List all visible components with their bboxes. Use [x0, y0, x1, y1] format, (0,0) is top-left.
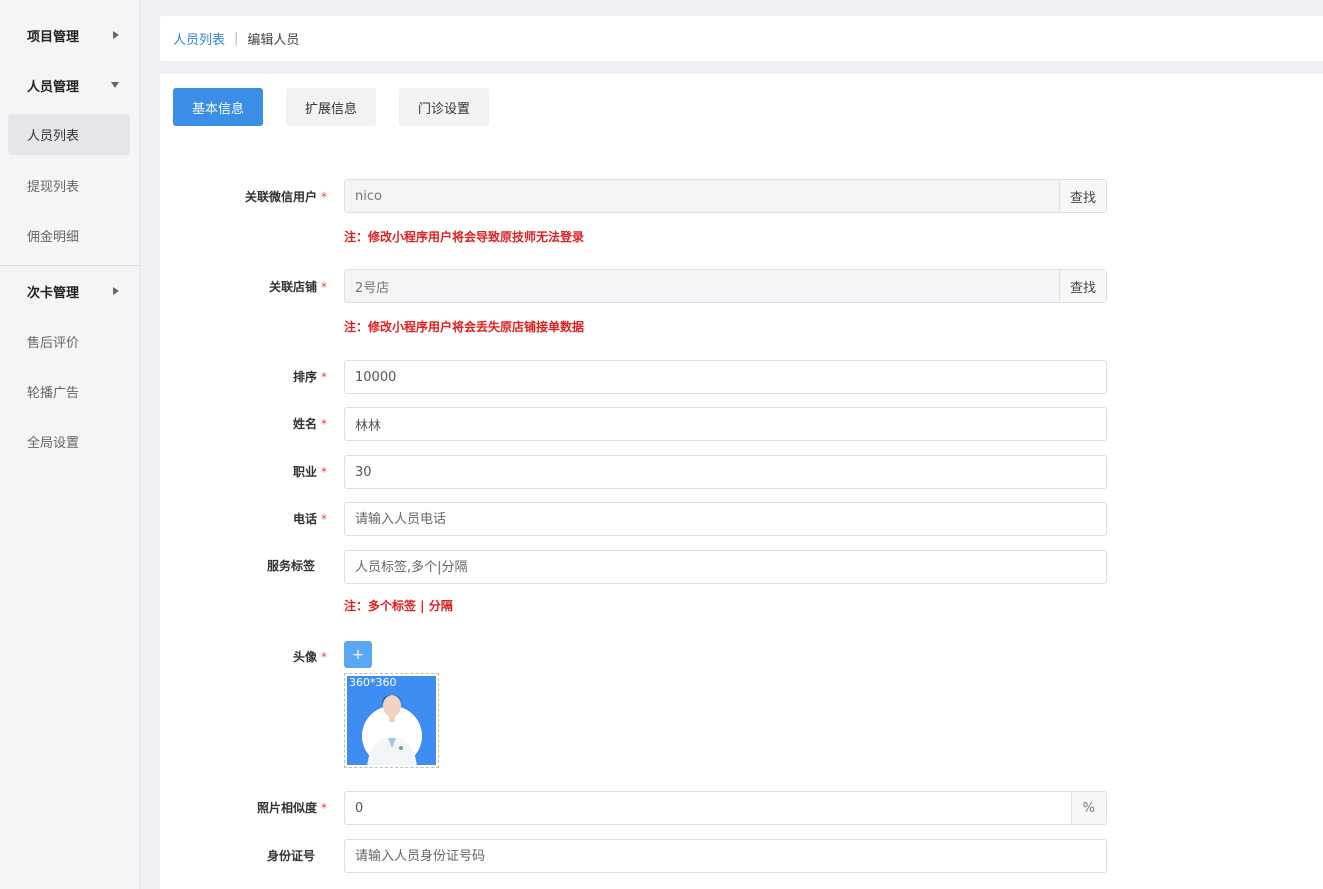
caret-right-icon	[113, 31, 119, 39]
add-avatar-button[interactable]: +	[344, 641, 372, 668]
similarity-input[interactable]	[345, 792, 1071, 824]
caret-down-icon	[111, 82, 119, 88]
field-label: 服务标签	[266, 559, 315, 573]
store-field: 查找	[344, 269, 1107, 303]
field-label: 姓名 *	[292, 417, 327, 431]
field-label: 排序 *	[292, 370, 327, 384]
field-label: 照片相似度 *	[256, 801, 327, 815]
store-input	[345, 270, 1059, 302]
sidebar-item-label: 售后评价	[27, 335, 80, 351]
field-label: 头像 *	[292, 650, 327, 664]
field-label: 关联微信用户 *	[244, 190, 327, 204]
phone-input[interactable]	[345, 503, 1106, 535]
wechat-user-note: 注：修改小程序用户将会导致原技师无法登录	[344, 230, 585, 244]
store-search-button[interactable]: 查找	[1058, 270, 1106, 302]
field-label: 身份证号	[266, 849, 315, 863]
wechat-user-search-button[interactable]: 查找	[1058, 180, 1106, 212]
sort-input[interactable]	[345, 361, 1106, 393]
sort-field	[344, 360, 1107, 394]
similarity-field: %	[344, 791, 1107, 825]
sidebar-item-settings[interactable]: 全局设置	[0, 416, 139, 466]
tags-field	[344, 550, 1107, 584]
breadcrumb-current: 编辑人员	[247, 33, 300, 48]
sidebar-group-label: 项目管理	[27, 29, 80, 45]
field-label: 关联店铺 *	[268, 280, 327, 294]
sidebar-item-label: 人员列表	[27, 129, 80, 144]
id-card-input[interactable]	[345, 840, 1106, 872]
percent-addon: %	[1070, 792, 1106, 824]
field-label: 电话 *	[292, 512, 327, 526]
sidebar-group-label: 人员管理	[27, 79, 80, 95]
caret-right-icon	[113, 287, 119, 295]
tab-bar: 基本信息 扩展信息 门诊设置	[173, 88, 512, 126]
sidebar-item-reviews[interactable]: 售后评价	[0, 316, 139, 366]
sidebar-item-staff-list[interactable]: 人员列表	[8, 114, 130, 155]
name-input[interactable]	[345, 408, 1106, 440]
field-label: 职业 *	[292, 465, 327, 479]
tab-clinic-settings[interactable]: 门诊设置	[399, 88, 490, 126]
sidebar-item-commission[interactable]: 佣金明细	[0, 210, 139, 260]
sidebar-item-withdraw-list[interactable]: 提现列表	[0, 160, 139, 210]
main-panel: 基本信息 扩展信息 门诊设置 关联微信用户* 查找 注：修改小程序用户将会导致原…	[160, 74, 1323, 889]
sidebar-group-staff[interactable]: 人员管理	[0, 60, 139, 110]
tags-input[interactable]	[345, 551, 1106, 583]
tags-note: 注：多个标签 | 分隔	[344, 599, 453, 613]
sidebar-group-label: 次卡管理	[27, 285, 80, 301]
sidebar-item-label: 佣金明细	[27, 229, 80, 245]
avatar-thumbnail[interactable]: 360*360	[344, 673, 439, 768]
avatar-portrait-icon	[362, 695, 422, 765]
id-card-field	[344, 839, 1107, 873]
sidebar-item-label: 提现列表	[27, 179, 80, 195]
sidebar-item-label: 轮播广告	[27, 385, 80, 401]
wechat-user-field: 查找	[344, 179, 1107, 213]
job-input[interactable]	[345, 456, 1106, 488]
avatar-image: 360*360	[347, 676, 436, 765]
breadcrumb-separator: |	[234, 31, 239, 46]
sidebar-item-label: 全局设置	[27, 435, 80, 451]
store-note: 注：修改小程序用户将会丢失原店铺接单数据	[344, 320, 585, 334]
job-field	[344, 455, 1107, 489]
breadcrumb: 人员列表 | 编辑人员	[160, 16, 1323, 61]
phone-field	[344, 502, 1107, 536]
tab-extended-info[interactable]: 扩展信息	[286, 88, 377, 126]
name-field	[344, 407, 1107, 441]
wechat-user-input	[345, 180, 1059, 212]
sidebar: 项目管理 人员管理 人员列表 提现列表 佣金明细 次卡管理 售后评价 轮播广告 …	[0, 0, 140, 889]
avatar-size-caption: 360*360	[349, 676, 397, 689]
breadcrumb-link-staff-list[interactable]: 人员列表	[173, 29, 225, 48]
sidebar-item-banner[interactable]: 轮播广告	[0, 366, 139, 416]
sidebar-group-project[interactable]: 项目管理	[0, 10, 139, 60]
tab-basic-info[interactable]: 基本信息	[173, 88, 264, 126]
sidebar-group-card[interactable]: 次卡管理	[0, 266, 139, 316]
